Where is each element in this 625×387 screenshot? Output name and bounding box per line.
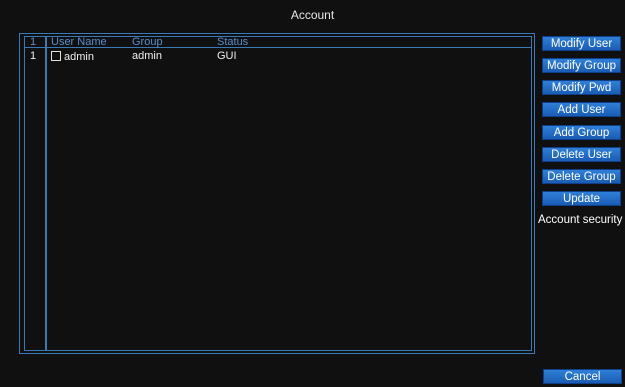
header-user-name[interactable]: User Name (51, 37, 107, 48)
row-user-name-cell[interactable]: admin (51, 51, 94, 63)
delete-user-button[interactable]: Delete User (542, 147, 621, 162)
header-status[interactable]: Status (217, 37, 248, 48)
modify-pwd-button[interactable]: Modify Pwd (542, 80, 621, 95)
window-title: Account (290, 8, 335, 22)
header-group[interactable]: Group (132, 37, 163, 48)
account-window: Account 1 User Name Group Status 1 admin… (0, 0, 625, 387)
row-index: 1 (30, 50, 37, 62)
row-user-name: admin (64, 51, 94, 63)
add-group-button[interactable]: Add Group (542, 125, 621, 140)
row-group: admin (132, 50, 162, 62)
delete-group-button[interactable]: Delete Group (542, 169, 621, 184)
add-user-button[interactable]: Add User (542, 102, 621, 117)
modify-user-button[interactable]: Modify User (542, 36, 621, 51)
user-list[interactable] (46, 36, 532, 351)
update-button[interactable]: Update (542, 191, 621, 206)
table-header: 1 User Name Group Status (24, 36, 532, 48)
index-column (24, 36, 46, 351)
header-index: 1 (30, 36, 37, 48)
row-checkbox[interactable] (51, 51, 61, 61)
account-security-link[interactable]: Account security (538, 214, 622, 226)
row-status: GUI (217, 50, 237, 62)
modify-group-button[interactable]: Modify Group (542, 58, 621, 73)
cancel-button[interactable]: Cancel (543, 369, 622, 384)
